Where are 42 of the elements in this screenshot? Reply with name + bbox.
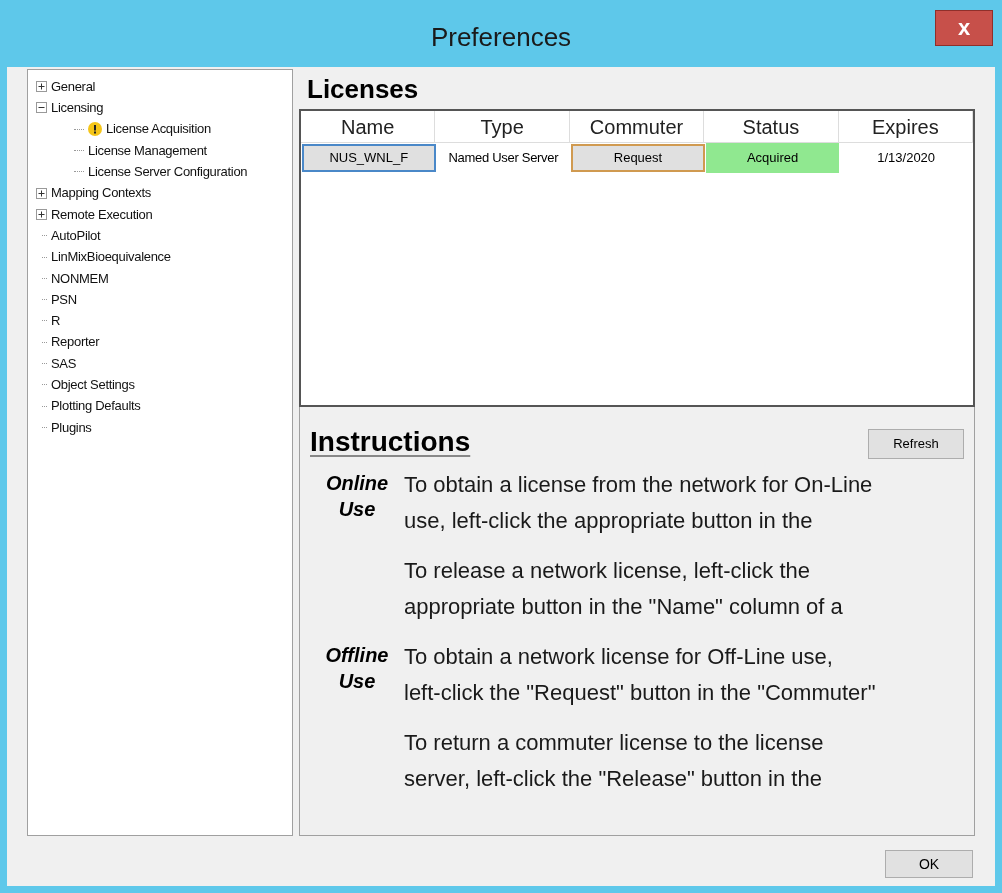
tree-item[interactable]: General	[51, 76, 96, 97]
column-header: Type	[435, 111, 570, 143]
tree-item[interactable]: Mapping Contexts	[51, 183, 151, 203]
table-cell-text: 1/13/2020	[876, 149, 937, 168]
tree-item[interactable]: SAS	[51, 353, 77, 374]
tree-item[interactable]: Reporter	[51, 332, 100, 352]
tree-item[interactable]: License Server Configuration	[88, 162, 248, 182]
tree-item[interactable]: NONMEM	[51, 268, 109, 289]
request-button[interactable]: Request	[571, 144, 705, 172]
close-button[interactable]: x	[935, 10, 993, 46]
table-cell-text: Named User Server	[447, 149, 560, 168]
column-header: Commuter	[569, 111, 705, 143]
tree-item[interactable]: PSN	[51, 289, 77, 310]
section-heading: Licenses	[306, 73, 420, 106]
tree-item[interactable]: LinMixBioequivalence	[51, 247, 171, 267]
section-label: Offline Use	[324, 643, 390, 694]
instruction-text: To return a commuter license to the license server, left-click the "Release" button in the	[404, 729, 825, 793]
window-title: Preferences	[430, 20, 572, 54]
tree-item[interactable]: R	[51, 311, 61, 331]
refresh-button[interactable]: Refresh	[868, 429, 964, 459]
tree-item[interactable]: Object Settings	[51, 375, 135, 395]
column-header: Name	[301, 111, 436, 143]
collapse-icon[interactable]	[36, 102, 47, 114]
instruction-text: To obtain a network license for Off-Line use, left-click the "Request" button in the "Commuter"	[404, 643, 876, 707]
ok-button[interactable]: OK	[885, 850, 973, 878]
tree-item[interactable]: Remote Execution	[51, 204, 153, 225]
expand-icon[interactable]	[36, 208, 47, 220]
tree-item[interactable]: License Acquisition	[106, 119, 211, 139]
instruction-text: To release a network license, left-click the appropriate button in the "Name" column of a	[404, 557, 844, 621]
tree-item[interactable]: Licensing	[51, 98, 104, 118]
status-cell: Acquired	[705, 143, 840, 173]
tree-item[interactable]: Plugins	[51, 417, 92, 438]
tree-item[interactable]: Plotting Defaults	[51, 396, 141, 416]
tree-item[interactable]: License Management	[88, 140, 207, 161]
name-button[interactable]: NUS_WNL_F	[302, 144, 436, 172]
expand-icon[interactable]	[36, 81, 47, 93]
instructions-heading: Instructions	[310, 425, 471, 459]
section-label: Online Use	[324, 471, 390, 522]
instruction-text: To obtain a license from the network for On-Line use, left-click the appropriate button in the	[404, 471, 873, 535]
tree-item[interactable]: AutoPilot	[51, 225, 101, 246]
column-header: Expires	[838, 111, 974, 143]
expand-icon[interactable]	[36, 187, 47, 199]
